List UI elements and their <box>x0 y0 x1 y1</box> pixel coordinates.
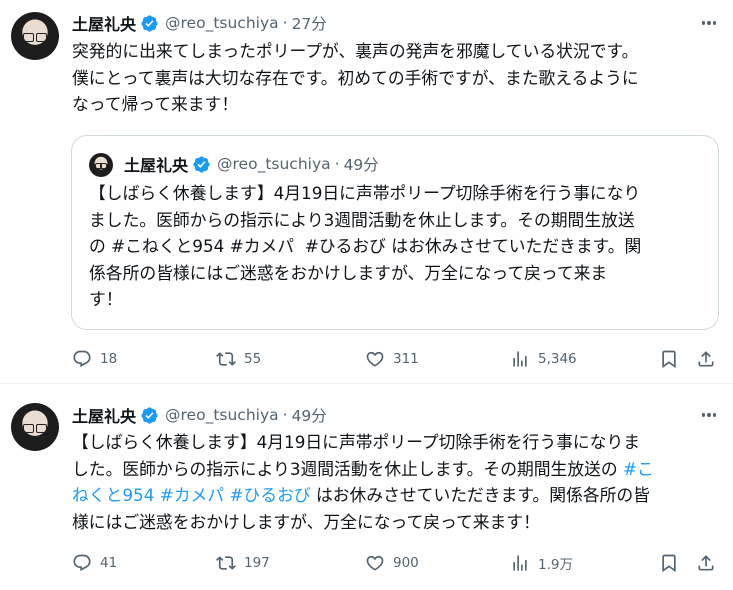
separator-dot: · <box>282 406 288 424</box>
avatar[interactable] <box>11 403 59 451</box>
tweet-text-line: 【しばらく休養します】4月19日に声帯ポリープ切除手術を行う事になりま <box>72 432 641 452</box>
more-icon[interactable] <box>699 13 719 33</box>
tweet-text-fragment: はお休みさせていただきます。関係各所の皆 <box>310 485 650 505</box>
hashtag-link[interactable]: #ひるおび <box>229 485 310 505</box>
reply-count: 41 <box>100 555 118 571</box>
quote-timestamp: 49分 <box>343 156 379 174</box>
hashtag-link[interactable]: ねくと954 <box>72 485 154 505</box>
quote-avatar <box>89 153 113 177</box>
repost-count: 197 <box>244 555 270 571</box>
avatar[interactable] <box>11 12 59 60</box>
view-count: 1.9万 <box>538 557 573 573</box>
repost-icon <box>216 556 236 570</box>
hashtag-link[interactable]: #こ <box>623 459 654 479</box>
separator-dot: · <box>282 14 288 32</box>
tweet[interactable]: 土屋礼央 @reo_tsuchiya · 49分 【しばらく休養します】4月19… <box>0 385 733 590</box>
quote-text-line: 係各所の皆様にはご迷惑をおかけしますが、万全になって戻って来ま <box>89 262 608 283</box>
repost-button[interactable]: 55 <box>216 347 261 371</box>
author-name[interactable]: 土屋礼央 <box>72 403 136 427</box>
tweet[interactable]: 土屋礼央 @reo_tsuchiya · 27分 突発的に出来てしまったポリープ… <box>0 0 733 384</box>
bookmark-button[interactable] <box>659 347 679 371</box>
share-icon <box>698 555 714 571</box>
tweet-text-line: 突発的に出来てしまったポリープが、裏声の発声を邪魔している状況です。 <box>72 41 639 61</box>
hashtag-link: #ひるおび <box>304 236 386 256</box>
more-icon[interactable] <box>699 405 719 425</box>
quote-text-line: ました。医師からの指示により3週間活動を休止します。その期間生放送 <box>89 209 635 230</box>
like-count: 311 <box>393 351 419 367</box>
repost-button[interactable]: 197 <box>216 551 270 575</box>
author-handle[interactable]: @reo_tsuchiya <box>165 14 279 32</box>
tweet-header: 土屋礼央 @reo_tsuchiya · 27分 <box>72 11 327 35</box>
hashtag-link: #こねくと954 <box>111 236 225 256</box>
reply-icon <box>73 554 91 572</box>
tweet-text-line: した。医師からの指示により3週間活動を休止します。その期間生放送の #こ <box>72 456 722 483</box>
views-icon <box>513 555 527 571</box>
quote-author-handle: @reo_tsuchiya <box>217 155 331 173</box>
separator-dot: · <box>334 155 340 173</box>
share-button[interactable] <box>696 551 716 575</box>
tweet-header: 土屋礼央 @reo_tsuchiya · 49分 <box>72 403 327 427</box>
reply-button[interactable]: 18 <box>72 347 117 371</box>
repost-icon <box>216 352 236 366</box>
quote-text-line: 【しばらく休養します】4月19日に声帯ポリープ切除手術を行う事になり <box>89 183 641 203</box>
like-count: 900 <box>393 555 419 571</box>
like-icon <box>366 555 384 571</box>
author-name[interactable]: 土屋礼央 <box>72 11 136 35</box>
timestamp[interactable]: 27分 <box>292 12 327 34</box>
verified-badge-icon <box>141 14 158 32</box>
hashtag-link: #カメパ <box>229 236 295 256</box>
views-button[interactable]: 1.9万 <box>510 551 573 575</box>
verified-badge-icon <box>141 406 158 424</box>
tweet-text-line: 様にはご迷惑をおかけしますが、万全になって戻って来ます！ <box>72 511 540 532</box>
hashtag-link[interactable]: #カメパ <box>160 485 224 505</box>
tweet-text-line: 僕にとって裏声は大切な存在です。初めての手術ですが、また歌えるように <box>72 67 639 88</box>
quote-text-line: す！ <box>89 289 123 309</box>
tweet-text-line: ねくと954 #カメパ #ひるおび はお休みさせていただきます。関係各所の皆 <box>72 482 722 509</box>
timestamp[interactable]: 49分 <box>292 404 327 426</box>
quote-text-fragment: の <box>89 236 112 256</box>
tweet-text-fragment: した。医師からの指示により3週間活動を休止します。その期間生放送の <box>72 458 623 479</box>
quote-text-line: の #こねくと954 #カメパ #ひるおび はお休みさせていただきます。関 <box>89 233 709 260</box>
views-button[interactable]: 5,346 <box>510 347 577 371</box>
quote-text: 【しばらく休養します】4月19日に声帯ポリープ切除手術を行う事になり ました。医… <box>89 180 709 313</box>
repost-count: 55 <box>244 351 262 367</box>
tweet-text: 突発的に出来てしまったポリープが、裏声の発声を邪魔している状況です。 僕にとって… <box>72 38 722 118</box>
like-icon <box>366 351 384 367</box>
reply-button[interactable]: 41 <box>72 551 117 575</box>
author-handle[interactable]: @reo_tsuchiya <box>165 406 279 424</box>
quoted-tweet[interactable]: 土屋礼央 @reo_tsuchiya · 49分 【しばらく休養します】4月19… <box>71 135 719 330</box>
bookmark-button[interactable] <box>659 551 679 575</box>
tweet-text: 【しばらく休養します】4月19日に声帯ポリープ切除手術を行う事になりま した。医… <box>72 429 722 535</box>
tweet-text-line: なって帰って来ます！ <box>72 94 239 114</box>
quote-author-name: 土屋礼央 <box>124 156 189 175</box>
like-button[interactable]: 900 <box>365 551 419 575</box>
verified-badge-icon <box>193 155 210 173</box>
quote-header: 土屋礼央 @reo_tsuchiya · 49分 <box>124 152 379 176</box>
share-icon <box>698 351 714 367</box>
action-bar: 18 55 311 5,346 <box>72 347 722 371</box>
like-button[interactable]: 311 <box>365 347 419 371</box>
views-icon <box>513 351 527 367</box>
reply-icon <box>73 350 91 368</box>
bookmark-icon <box>662 350 676 369</box>
share-button[interactable] <box>696 347 716 371</box>
action-bar: 41 197 900 1.9万 <box>72 551 722 575</box>
quote-text-fragment: はお休みさせていただきます。関 <box>385 236 642 256</box>
bookmark-icon <box>662 554 676 573</box>
reply-count: 18 <box>100 351 118 367</box>
view-count: 5,346 <box>538 351 577 367</box>
